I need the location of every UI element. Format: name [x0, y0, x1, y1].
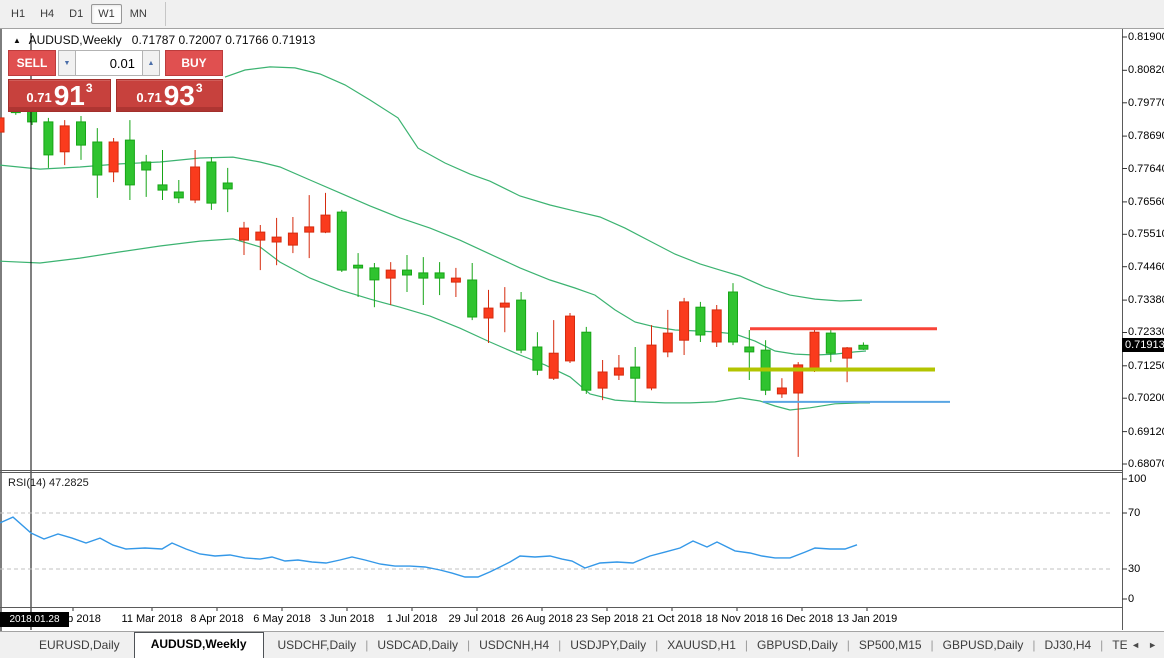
buy-price-big: 93	[164, 83, 195, 109]
price-axis-label: 0.69120	[1128, 426, 1164, 438]
price-axis-label: 0.80820	[1128, 64, 1164, 76]
chart-area[interactable]	[0, 29, 1164, 631]
tab-scroll-right-icon[interactable]: ►	[1144, 640, 1161, 650]
one-click-trade-panel: SELL ▼ 0.01 ▲ BUY 0.71 91 3 0.71 93 3	[6, 50, 223, 112]
chart-tab-usdcnh-h4[interactable]: USDCNH,H4	[470, 633, 558, 658]
chart-tab-xauusd-h1[interactable]: XAUUSD,H1	[658, 633, 745, 658]
chart-tab-usdjpy-daily[interactable]: USDJPY,Daily	[561, 633, 655, 658]
rsi-axis-label: 0	[1128, 593, 1134, 605]
toolbar-separator	[165, 2, 166, 26]
timeframe-toolbar: H1H4D1W1MN	[0, 0, 1164, 29]
price-axis-label: 0.70200	[1128, 392, 1164, 404]
lot-size-input[interactable]: 0.01	[76, 50, 142, 76]
trading-platform-window: H1H4D1W1MN ▲ AUDUSD,Weekly 0.71787 0.720…	[0, 0, 1164, 658]
price-axis-label: 0.78690	[1128, 130, 1164, 142]
price-axis-label: 0.81900	[1128, 31, 1164, 43]
timeframe-button-H1[interactable]: H1	[4, 4, 32, 24]
chart-title-ohlc: 0.71787 0.72007 0.71766 0.71913	[132, 33, 316, 47]
timeframe-button-D1[interactable]: D1	[62, 4, 90, 24]
crosshair-date-tag: 2018.01.28 0:00	[0, 612, 69, 627]
lot-increase-button[interactable]: ▲	[142, 50, 160, 76]
chart-tab-gbpusd-daily[interactable]: GBPUSD,Daily	[748, 633, 847, 658]
chart-tab-audusd-weekly[interactable]: AUDUSD,Weekly	[134, 632, 264, 658]
sell-price-big: 91	[54, 83, 85, 109]
price-axis-label: 0.73380	[1128, 294, 1164, 306]
timeframe-button-W1[interactable]: W1	[91, 4, 122, 24]
price-axis-label: 0.77640	[1128, 163, 1164, 175]
tab-scroll-left-icon[interactable]: ◄	[1127, 640, 1144, 650]
price-axis-label: 0.72330	[1128, 326, 1164, 338]
buy-price-box[interactable]: 0.71 93 3	[116, 79, 223, 112]
current-price-tag: 0.71913	[1122, 338, 1164, 352]
rsi-axis-label: 30	[1128, 563, 1140, 575]
price-axis-label: 0.75510	[1128, 228, 1164, 240]
buy-price-sup: 3	[196, 81, 203, 95]
rsi-axis-label: 70	[1128, 507, 1140, 519]
price-axis-label: 0.74460	[1128, 261, 1164, 273]
chart-tab-gbpusd-daily[interactable]: GBPUSD,Daily	[934, 633, 1033, 658]
chart-title: ▲ AUDUSD,Weekly 0.71787 0.72007 0.71766 …	[13, 33, 315, 47]
chart-tab-usdchf-daily[interactable]: USDCHF,Daily	[269, 633, 366, 658]
price-axis-label: 0.68070	[1128, 458, 1164, 470]
timeframe-buttons: H1H4D1W1MN	[4, 4, 155, 24]
lot-decrease-button[interactable]: ▼	[58, 50, 76, 76]
sell-price-prefix: 0.71	[26, 90, 51, 105]
chart-tab-sp500-m15[interactable]: SP500,M15	[850, 633, 931, 658]
rsi-indicator-label: RSI(14) 47.2825	[8, 477, 89, 489]
price-axis-label: 0.76560	[1128, 196, 1164, 208]
chart-tab-dj30-h4[interactable]: DJ30,H4	[1035, 633, 1100, 658]
price-axis-label: 0.71250	[1128, 360, 1164, 372]
collapse-marker-icon[interactable]: ▲	[13, 36, 21, 45]
sell-price-sup: 3	[86, 81, 93, 95]
date-axis-label: 13 Jan 2019	[825, 613, 909, 625]
sell-button[interactable]: SELL	[8, 50, 56, 76]
buy-price-prefix: 0.71	[136, 90, 161, 105]
timeframe-button-MN[interactable]: MN	[123, 4, 154, 24]
timeframe-button-H4[interactable]: H4	[33, 4, 61, 24]
sell-price-box[interactable]: 0.71 91 3	[8, 79, 111, 112]
chart-tab-bar: EURUSD,DailyAUDUSD,WeeklyUSDCHF,Daily|US…	[0, 631, 1164, 658]
rsi-axis-label: 100	[1128, 473, 1146, 485]
chart-tab-usdcad-daily[interactable]: USDCAD,Daily	[368, 633, 467, 658]
buy-button[interactable]: BUY	[165, 50, 223, 76]
chevron-up-icon: ▲	[148, 60, 155, 67]
chart-title-symbol: AUDUSD,Weekly	[29, 33, 122, 47]
chevron-down-icon: ▼	[64, 60, 71, 67]
price-axis-label: 0.79770	[1128, 97, 1164, 109]
chart-tab-eurusd-daily[interactable]: EURUSD,Daily	[30, 633, 129, 658]
tab-scroll-buttons: ◄ ►	[1127, 632, 1161, 658]
